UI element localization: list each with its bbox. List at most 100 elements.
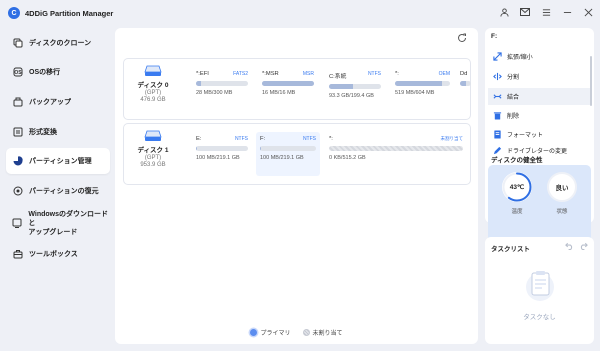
disk-style: (GPT) bbox=[144, 90, 162, 96]
op-split-button[interactable]: 分割 bbox=[488, 68, 591, 85]
disk-health-box: 43℃ 温度 良い 状態 bbox=[488, 165, 591, 247]
os-migrate-icon: OS bbox=[12, 67, 23, 78]
partition-size: 519 MB/604 MB bbox=[395, 90, 435, 96]
disk-info: ディスク 0 (GPT) 476.9 GB bbox=[124, 65, 182, 103]
sidebar-item-disk-clone[interactable]: ディスクのクローン bbox=[6, 30, 110, 56]
op-label: 結合 bbox=[507, 95, 520, 101]
partition-usage-bar bbox=[460, 81, 471, 86]
disk-size: 476.9 GB bbox=[140, 97, 166, 103]
restore-icon bbox=[12, 186, 23, 197]
status-value: 良い bbox=[555, 185, 569, 192]
partition-label: *: bbox=[329, 136, 333, 142]
legend-label: プライマリ bbox=[260, 331, 291, 337]
ops-scrollbar[interactable] bbox=[590, 56, 592, 106]
partition-label: *:MSR bbox=[262, 71, 279, 77]
op-label: 拡張/縮小 bbox=[507, 55, 533, 61]
task-list-title: タスクリスト bbox=[491, 246, 530, 253]
partition-block[interactable]: E: NTFS 100 MB/219.1 GB bbox=[192, 132, 252, 176]
sidebar-item-label: 形式変換 bbox=[29, 128, 57, 136]
disk-info: ディスク 1 (GPT) 953.9 GB bbox=[124, 130, 182, 168]
sidebar-item-convert[interactable]: 形式変換 bbox=[6, 119, 110, 145]
user-icon[interactable] bbox=[498, 6, 510, 18]
partition-label: *:EFI bbox=[196, 71, 209, 77]
sidebar-item-os-migrate[interactable]: OS OSの移行 bbox=[6, 59, 110, 85]
refresh-icon[interactable] bbox=[457, 33, 468, 44]
op-format-button[interactable]: フォーマット bbox=[488, 126, 591, 143]
undo-icon[interactable] bbox=[565, 242, 574, 252]
close-icon[interactable] bbox=[582, 6, 594, 18]
partition-size: 100 MB/219.1 GB bbox=[196, 155, 240, 161]
operations-panel: F: 拡張/縮小 分割 結合 削除 フォーマット ドライブレターの変更 ディスク… bbox=[485, 28, 594, 247]
sidebar-item-partition-restore[interactable]: パーティションの復元 bbox=[6, 178, 110, 204]
disk-name: ディスク 0 bbox=[137, 82, 169, 89]
partition-block[interactable]: Dd bbox=[458, 67, 471, 111]
minimize-icon[interactable] bbox=[561, 6, 573, 18]
legend-label: 未割り当て bbox=[312, 331, 343, 337]
disk-health-title: ディスクの健全性 bbox=[491, 157, 543, 164]
partition-label: *: bbox=[395, 71, 399, 77]
partition-block[interactable]: *:EFI FATS2 28 MB/300 MB bbox=[192, 67, 252, 111]
partition-usage-bar bbox=[260, 146, 316, 151]
format-icon bbox=[493, 130, 502, 139]
partition-block[interactable]: C:系統 NTFS 93.3 GB/199.4 GB bbox=[325, 67, 385, 111]
partition-label: E: bbox=[196, 136, 202, 142]
partition-block[interactable]: *: OEM 519 MB/604 MB bbox=[391, 67, 454, 111]
task-list-panel: タスクリスト タスクなし bbox=[485, 237, 594, 344]
sidebar-item-toolbox[interactable]: ツールボックス bbox=[6, 241, 110, 267]
partition-usage-bar bbox=[196, 146, 248, 151]
merge-icon bbox=[493, 92, 502, 101]
disk-clone-icon bbox=[12, 38, 23, 49]
redo-icon[interactable] bbox=[579, 242, 588, 252]
op-label: 削除 bbox=[507, 114, 520, 120]
partition-fs: OEM bbox=[438, 71, 450, 77]
sidebar-item-windows-download[interactable]: Windowsのダウンロードと アップグレード bbox=[6, 208, 110, 238]
settings-icon[interactable] bbox=[540, 6, 552, 18]
disk-map-panel: ディスク 0 (GPT) 476.9 GB *:EFI FATS2 28 MB/3… bbox=[115, 28, 478, 344]
sidebar: ディスクのクローン OS OSの移行 バックアップ 形式変換 パーティション管理… bbox=[0, 28, 112, 351]
partition-usage-bar bbox=[329, 84, 381, 89]
disk-name: ディスク 1 bbox=[137, 147, 169, 154]
legend-swatch bbox=[250, 329, 258, 336]
mail-icon[interactable] bbox=[519, 6, 531, 18]
partition-fs: 未割り当て bbox=[440, 136, 464, 141]
legend: プライマリ 未割り当て bbox=[115, 328, 478, 337]
convert-icon bbox=[12, 127, 23, 138]
sidebar-item-label: パーティションの復元 bbox=[29, 187, 99, 195]
partition-size: 0 KB/515.2 GB bbox=[329, 155, 366, 161]
app-title: 4DDiG Partition Manager bbox=[25, 8, 114, 18]
op-delete-button[interactable]: 削除 bbox=[488, 107, 591, 124]
disk-card[interactable]: ディスク 1 (GPT) 953.9 GB E: NTFS 100 MB/219.… bbox=[123, 123, 471, 185]
disk-style: (GPT) bbox=[144, 155, 162, 161]
partition-block-unallocated[interactable]: *: 未割り当て 0 KB/515.2 GB bbox=[325, 132, 467, 176]
partition-size: 93.3 GB/199.4 GB bbox=[329, 93, 374, 99]
selected-drive-label: F: bbox=[491, 33, 498, 40]
legend-item-primary: プライマリ bbox=[250, 328, 291, 337]
delete-icon bbox=[493, 111, 502, 120]
sidebar-item-partition-manage[interactable]: パーティション管理 bbox=[6, 148, 110, 174]
svg-text:OS: OS bbox=[14, 70, 22, 76]
hard-disk-icon bbox=[144, 130, 162, 142]
sidebar-item-label: OSの移行 bbox=[29, 68, 61, 76]
partition-label: Dd bbox=[460, 71, 468, 77]
task-list-empty-text: タスクなし bbox=[523, 314, 556, 321]
partition-size: 16 MB/16 MB bbox=[262, 90, 296, 96]
partition-block-selected[interactable]: F: NTFS 100 MB/219.1 GB bbox=[256, 132, 320, 176]
partition-fs: MSR bbox=[302, 71, 314, 77]
app-logo-icon: C bbox=[8, 7, 20, 19]
op-merge-button[interactable]: 結合 bbox=[488, 88, 591, 105]
disk-card[interactable]: ディスク 0 (GPT) 476.9 GB *:EFI FATS2 28 MB/3… bbox=[123, 58, 471, 120]
partition-label: F: bbox=[260, 136, 266, 142]
disk-size: 953.9 GB bbox=[140, 162, 166, 168]
op-resize-button[interactable]: 拡張/縮小 bbox=[488, 48, 591, 65]
partition-block[interactable]: *:MSR MSR 16 MB/16 MB bbox=[258, 67, 318, 111]
hard-disk-icon bbox=[144, 65, 162, 77]
pie-chart-icon bbox=[12, 156, 23, 167]
sidebar-item-backup[interactable]: バックアップ bbox=[6, 89, 110, 115]
toolbox-icon bbox=[12, 249, 23, 260]
empty-clipboard-icon bbox=[523, 267, 557, 301]
legend-item-unallocated: 未割り当て bbox=[302, 328, 343, 337]
temperature-value: 43℃ bbox=[509, 184, 525, 191]
partition-usage-bar bbox=[196, 81, 248, 86]
title-bar: C 4DDiG Partition Manager bbox=[0, 0, 600, 26]
partition-usage-bar bbox=[329, 146, 463, 151]
